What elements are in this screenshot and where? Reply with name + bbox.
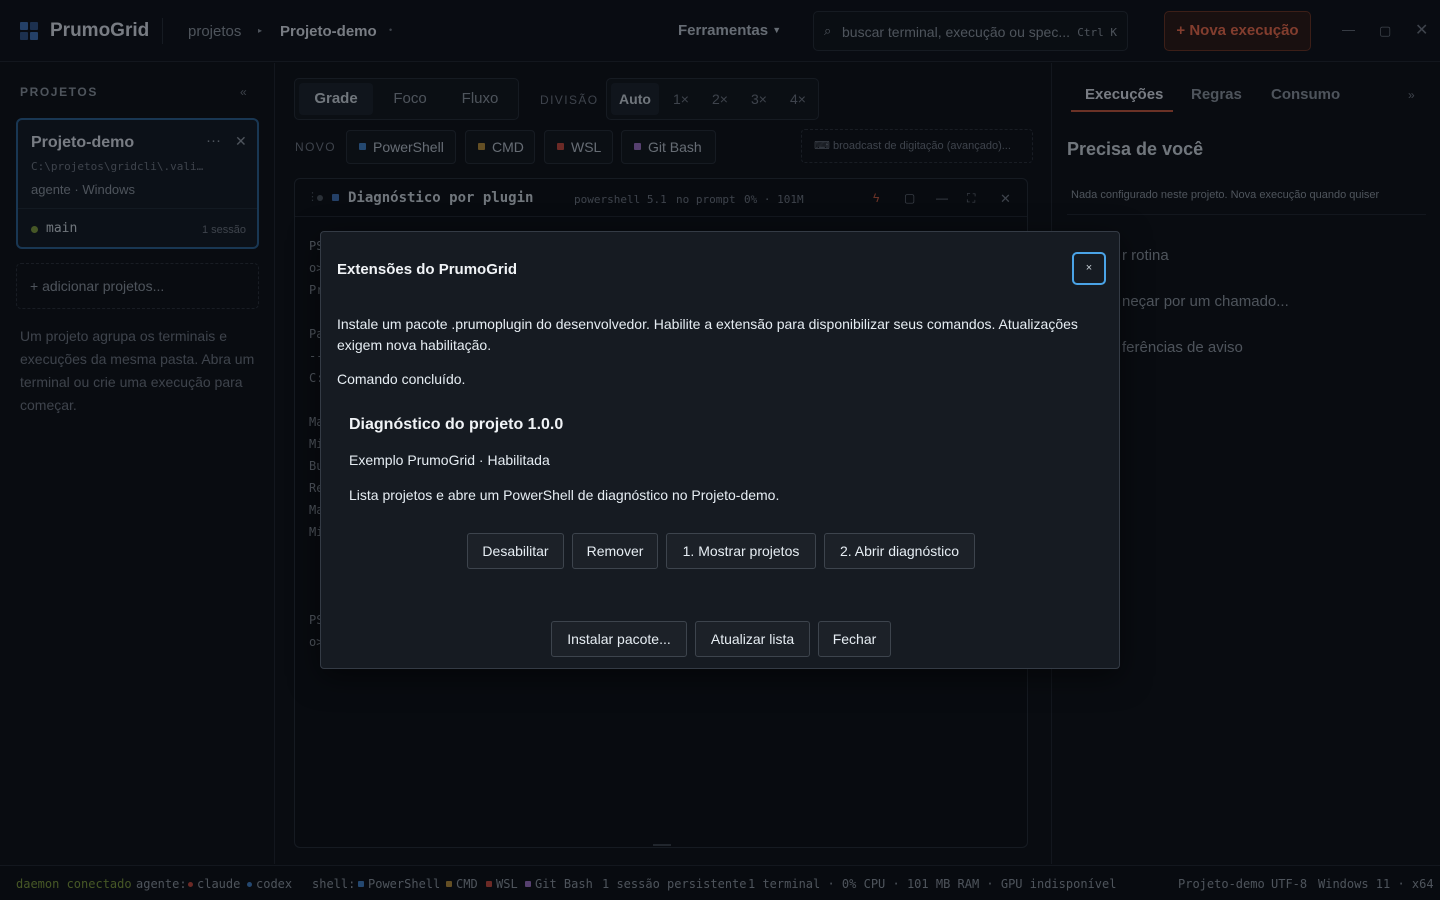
close-button[interactable]: Fechar [818, 621, 891, 657]
show-projects-button[interactable]: 1. Mostrar projetos [666, 533, 816, 569]
disable-extension-button[interactable]: Desabilitar [467, 533, 564, 569]
open-diagnostic-button[interactable]: 2. Abrir diagnóstico [824, 533, 975, 569]
refresh-list-button[interactable]: Atualizar lista [695, 621, 810, 657]
extension-name: Diagnóstico do projeto 1.0.0 [349, 416, 564, 433]
command-status: Comando concluído. [337, 371, 466, 387]
close-dialog-button[interactable]: × [1072, 252, 1106, 285]
install-package-button[interactable]: Instalar pacote... [551, 621, 687, 657]
dialog-description: Instale um pacote .prumoplugin do desenv… [337, 316, 1078, 353]
extensions-dialog: Extensões do PrumoGrid × Instale um paco… [320, 231, 1120, 669]
dialog-title: Extensões do PrumoGrid [337, 261, 518, 278]
remove-extension-button[interactable]: Remover [572, 533, 658, 569]
extension-description: Lista projetos e abre um PowerShell de d… [349, 487, 780, 503]
extension-subtitle: Exemplo PrumoGrid · Habilitada [349, 452, 550, 468]
